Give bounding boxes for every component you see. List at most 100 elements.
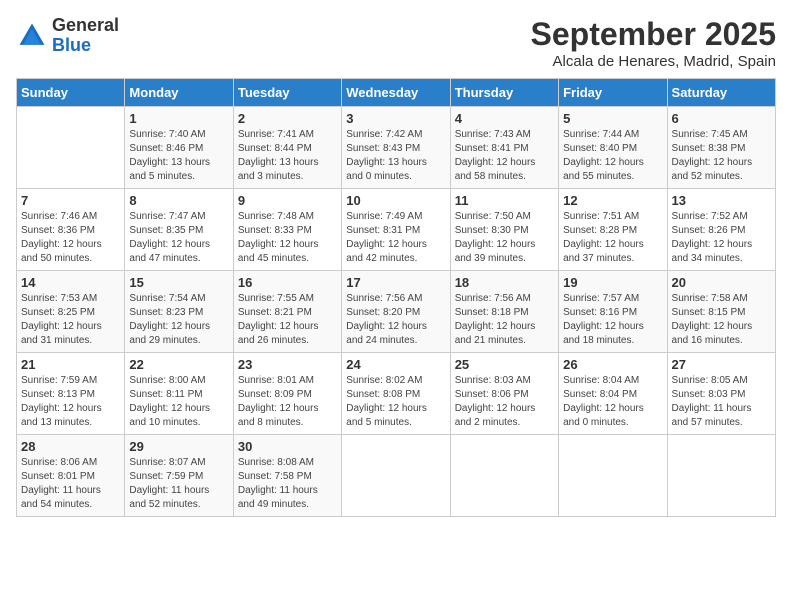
- day-info: Sunrise: 7:56 AM Sunset: 8:20 PM Dayligh…: [346, 292, 445, 348]
- day-number: 20: [672, 275, 771, 290]
- day-cell: 5Sunrise: 7:44 AM Sunset: 8:40 PM Daylig…: [559, 107, 667, 189]
- month-title: September 2025: [531, 16, 776, 53]
- day-number: 18: [455, 275, 554, 290]
- column-header-tuesday: Tuesday: [233, 79, 341, 107]
- logo-general-text: General: [52, 15, 119, 35]
- week-row-4: 21 Sunrise: 7:59 AM Sunset: 8:13 PM Dayli…: [17, 353, 776, 435]
- day-number: 27: [672, 357, 771, 372]
- day-cell: 7 Sunrise: 7:46 AM Sunset: 8:36 PM Daylig…: [17, 189, 125, 271]
- day-cell: 3 Sunrise: 7:42 AM Sunset: 8:43 PM Daylig…: [342, 107, 450, 189]
- logo-icon: [16, 20, 48, 52]
- day-number: 6: [672, 111, 771, 126]
- day-info: Sunrise: 7:51 AM Sunset: 8:28 PM Dayligh…: [563, 210, 662, 266]
- day-info: Sunrise: 7:43 AM Sunset: 8:41 PM Dayligh…: [455, 128, 554, 184]
- day-cell: 1 Sunrise: 7:40 AM Sunset: 8:46 PM Daylig…: [125, 107, 233, 189]
- day-number: 7: [21, 193, 120, 208]
- day-info: Sunrise: 8:03 AM Sunset: 8:06 PM Dayligh…: [455, 374, 554, 430]
- calendar-body: 1 Sunrise: 7:40 AM Sunset: 8:46 PM Daylig…: [17, 107, 776, 517]
- day-number: 17: [346, 275, 445, 290]
- day-info: Sunrise: 7:56 AM Sunset: 8:18 PM Dayligh…: [455, 292, 554, 348]
- day-number: 8: [129, 193, 228, 208]
- day-info: Sunrise: 7:54 AM Sunset: 8:23 PM Dayligh…: [129, 292, 228, 348]
- day-number: 23: [238, 357, 337, 372]
- day-cell: 24 Sunrise: 8:02 AM Sunset: 8:08 PM Dayli…: [342, 353, 450, 435]
- day-info: Sunrise: 8:02 AM Sunset: 8:08 PM Dayligh…: [346, 374, 445, 430]
- day-cell: [342, 435, 450, 517]
- day-cell: [559, 435, 667, 517]
- day-cell: 21 Sunrise: 7:59 AM Sunset: 8:13 PM Dayli…: [17, 353, 125, 435]
- day-number: 2: [238, 111, 337, 126]
- day-cell: 19 Sunrise: 7:57 AM Sunset: 8:16 PM Dayli…: [559, 271, 667, 353]
- column-header-saturday: Saturday: [667, 79, 775, 107]
- day-number: 21: [21, 357, 120, 372]
- day-cell: 26Sunrise: 8:04 AM Sunset: 8:04 PM Dayli…: [559, 353, 667, 435]
- day-cell: 25Sunrise: 8:03 AM Sunset: 8:06 PM Dayli…: [450, 353, 558, 435]
- day-number: 1: [129, 111, 228, 126]
- day-number: 11: [455, 193, 554, 208]
- day-info: Sunrise: 8:05 AM Sunset: 8:03 PM Dayligh…: [672, 374, 771, 430]
- day-info: Sunrise: 7:47 AM Sunset: 8:35 PM Dayligh…: [129, 210, 228, 266]
- day-number: 10: [346, 193, 445, 208]
- week-row-3: 14 Sunrise: 7:53 AM Sunset: 8:25 PM Dayli…: [17, 271, 776, 353]
- column-header-monday: Monday: [125, 79, 233, 107]
- day-number: 12: [563, 193, 662, 208]
- day-cell: [450, 435, 558, 517]
- day-number: 15: [129, 275, 228, 290]
- day-number: 14: [21, 275, 120, 290]
- day-cell: 8 Sunrise: 7:47 AM Sunset: 8:35 PM Daylig…: [125, 189, 233, 271]
- day-info: Sunrise: 8:07 AM Sunset: 7:59 PM Dayligh…: [129, 456, 228, 512]
- day-cell: 10 Sunrise: 7:49 AM Sunset: 8:31 PM Dayli…: [342, 189, 450, 271]
- day-number: 22: [129, 357, 228, 372]
- day-cell: 23 Sunrise: 8:01 AM Sunset: 8:09 PM Dayli…: [233, 353, 341, 435]
- day-cell: 9 Sunrise: 7:48 AM Sunset: 8:33 PM Daylig…: [233, 189, 341, 271]
- day-number: 16: [238, 275, 337, 290]
- day-cell: 28 Sunrise: 8:06 AM Sunset: 8:01 PM Dayli…: [17, 435, 125, 517]
- day-info: Sunrise: 8:04 AM Sunset: 8:04 PM Dayligh…: [563, 374, 662, 430]
- header: General Blue September 2025 Alcala de He…: [16, 16, 776, 70]
- day-info: Sunrise: 7:55 AM Sunset: 8:21 PM Dayligh…: [238, 292, 337, 348]
- day-info: Sunrise: 7:45 AM Sunset: 8:38 PM Dayligh…: [672, 128, 771, 184]
- day-number: 30: [238, 439, 337, 454]
- day-cell: 27 Sunrise: 8:05 AM Sunset: 8:03 PM Dayli…: [667, 353, 775, 435]
- day-info: Sunrise: 7:59 AM Sunset: 8:13 PM Dayligh…: [21, 374, 120, 430]
- day-info: Sunrise: 7:53 AM Sunset: 8:25 PM Dayligh…: [21, 292, 120, 348]
- day-info: Sunrise: 7:58 AM Sunset: 8:15 PM Dayligh…: [672, 292, 771, 348]
- day-number: 24: [346, 357, 445, 372]
- day-info: Sunrise: 7:42 AM Sunset: 8:43 PM Dayligh…: [346, 128, 445, 184]
- title-area: September 2025 Alcala de Henares, Madrid…: [531, 16, 776, 70]
- day-number: 28: [21, 439, 120, 454]
- week-row-1: 1 Sunrise: 7:40 AM Sunset: 8:46 PM Daylig…: [17, 107, 776, 189]
- day-number: 9: [238, 193, 337, 208]
- day-cell: 18 Sunrise: 7:56 AM Sunset: 8:18 PM Dayli…: [450, 271, 558, 353]
- day-cell: 29Sunrise: 8:07 AM Sunset: 7:59 PM Dayli…: [125, 435, 233, 517]
- location-title: Alcala de Henares, Madrid, Spain: [531, 53, 776, 70]
- day-info: Sunrise: 7:57 AM Sunset: 8:16 PM Dayligh…: [563, 292, 662, 348]
- day-cell: 14 Sunrise: 7:53 AM Sunset: 8:25 PM Dayli…: [17, 271, 125, 353]
- day-cell: [17, 107, 125, 189]
- column-header-wednesday: Wednesday: [342, 79, 450, 107]
- column-header-thursday: Thursday: [450, 79, 558, 107]
- day-cell: 22 Sunrise: 8:00 AM Sunset: 8:11 PM Dayli…: [125, 353, 233, 435]
- day-info: Sunrise: 8:01 AM Sunset: 8:09 PM Dayligh…: [238, 374, 337, 430]
- day-info: Sunrise: 7:49 AM Sunset: 8:31 PM Dayligh…: [346, 210, 445, 266]
- day-cell: 20 Sunrise: 7:58 AM Sunset: 8:15 PM Dayli…: [667, 271, 775, 353]
- day-cell: 11 Sunrise: 7:50 AM Sunset: 8:30 PM Dayli…: [450, 189, 558, 271]
- day-info: Sunrise: 7:46 AM Sunset: 8:36 PM Dayligh…: [21, 210, 120, 266]
- day-info: Sunrise: 8:00 AM Sunset: 8:11 PM Dayligh…: [129, 374, 228, 430]
- day-number: 3: [346, 111, 445, 126]
- day-number: 4: [455, 111, 554, 126]
- day-info: Sunrise: 7:40 AM Sunset: 8:46 PM Dayligh…: [129, 128, 228, 184]
- day-info: Sunrise: 7:50 AM Sunset: 8:30 PM Dayligh…: [455, 210, 554, 266]
- day-cell: 15 Sunrise: 7:54 AM Sunset: 8:23 PM Dayli…: [125, 271, 233, 353]
- day-info: Sunrise: 7:44 AM Sunset: 8:40 PM Dayligh…: [563, 128, 662, 184]
- week-row-2: 7 Sunrise: 7:46 AM Sunset: 8:36 PM Daylig…: [17, 189, 776, 271]
- week-row-5: 28 Sunrise: 8:06 AM Sunset: 8:01 PM Dayli…: [17, 435, 776, 517]
- day-cell: 13Sunrise: 7:52 AM Sunset: 8:26 PM Dayli…: [667, 189, 775, 271]
- day-cell: 17 Sunrise: 7:56 AM Sunset: 8:20 PM Dayli…: [342, 271, 450, 353]
- column-header-friday: Friday: [559, 79, 667, 107]
- day-cell: [667, 435, 775, 517]
- day-info: Sunrise: 8:06 AM Sunset: 8:01 PM Dayligh…: [21, 456, 120, 512]
- day-info: Sunrise: 7:48 AM Sunset: 8:33 PM Dayligh…: [238, 210, 337, 266]
- day-cell: 4 Sunrise: 7:43 AM Sunset: 8:41 PM Daylig…: [450, 107, 558, 189]
- day-number: 19: [563, 275, 662, 290]
